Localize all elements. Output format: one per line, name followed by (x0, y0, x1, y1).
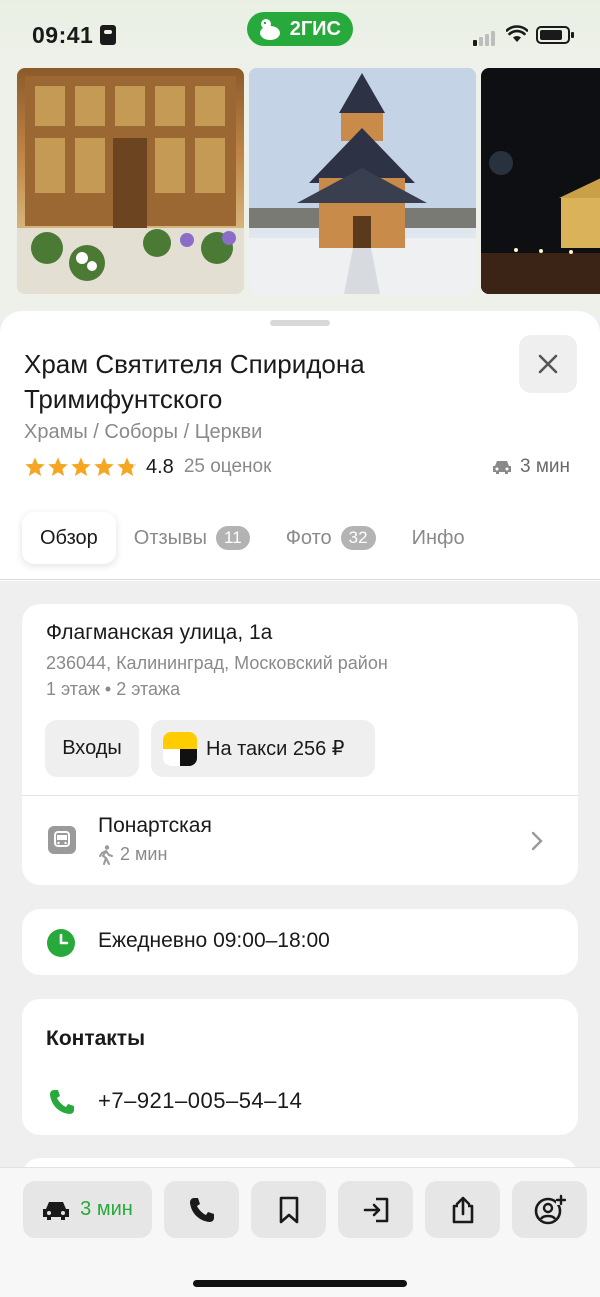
cellular-signal-icon (473, 28, 497, 46)
tab-count-badge: 11 (216, 526, 250, 550)
tab-label: Обзор (40, 526, 98, 549)
status-time: 09:41 (32, 22, 94, 48)
home-indicator[interactable] (193, 1280, 407, 1287)
address-details: 236044, Калининград, Московский район (46, 653, 388, 673)
address-card: Флагманская улица, 1а 236044, Калинингра… (22, 604, 578, 885)
tab-count-badge: 32 (340, 526, 376, 550)
entries-button[interactable]: Входы (45, 720, 139, 777)
tab-label: Отзывы (133, 526, 208, 549)
brand-badge: 2ГИС (247, 12, 353, 46)
taxi-button[interactable]: На такси 256 ₽ (151, 720, 375, 777)
place-title: Храм Святителя Спиридона Тримифунтского (24, 349, 365, 414)
rating-value: 4.8 (146, 455, 174, 478)
photo-exterior[interactable] (249, 68, 476, 294)
photo-gallery[interactable] (0, 66, 600, 316)
tabs-divider (0, 579, 600, 580)
tab-reviews[interactable]: Отзывы 11 (116, 512, 268, 564)
address-floors: 1 этаж • 2 этажа (46, 679, 181, 699)
tab-overview[interactable]: Обзор (22, 512, 116, 564)
add-person-icon (534, 1194, 566, 1224)
rating-count[interactable]: 25 оценок (184, 456, 272, 478)
tab-info[interactable]: Инфо (394, 512, 483, 564)
tab-bar: Обзор Отзывы 11 Фото 32 Инфо (22, 511, 483, 565)
rating-row[interactable]: 4.8 25 оценок (24, 454, 271, 480)
enter-icon (363, 1197, 388, 1222)
sheet-grabber[interactable] (270, 320, 330, 326)
star-icon (71, 457, 91, 476)
star-icon (25, 457, 45, 476)
entrance-button[interactable] (338, 1181, 413, 1238)
bottom-action-bar: 3 мин (0, 1167, 600, 1297)
battery-icon (536, 26, 574, 44)
id-card-icon (100, 25, 116, 45)
bookmark-icon (279, 1196, 298, 1223)
clock-icon (47, 929, 75, 957)
car-icon (493, 461, 511, 474)
route-button[interactable]: 3 мин (23, 1181, 152, 1238)
call-button[interactable] (164, 1181, 239, 1238)
phone-icon (50, 1090, 74, 1114)
close-icon (538, 354, 558, 374)
tab-label: Инфо (411, 526, 465, 549)
drive-eta-text: 3 мин (520, 456, 571, 477)
car-icon (43, 1201, 70, 1220)
phone-number[interactable]: +7‒921‒005‒54‒14 (98, 1088, 302, 1114)
photo-night[interactable] (481, 68, 600, 294)
star-icon (94, 457, 114, 476)
card-divider (22, 795, 578, 796)
address-street[interactable]: Флагманская улица, 1а (46, 621, 272, 645)
hours-text: Ежедневно 09:00–18:00 (98, 929, 330, 952)
brand-name: 2ГИС (289, 17, 341, 40)
hours-card[interactable]: Ежедневно 09:00–18:00 (22, 909, 578, 975)
chevron-right-icon[interactable] (530, 830, 544, 852)
share-icon (452, 1196, 473, 1223)
walk-time-text: 2 мин (120, 844, 168, 864)
place-sheet: Храм Святителя Спиридона Тримифунтского … (0, 311, 600, 581)
drive-eta[interactable]: 3 мин (492, 456, 570, 478)
bus-stop-icon (48, 826, 76, 854)
contacts-title: Контакты (46, 1027, 146, 1050)
walking-icon (99, 844, 113, 865)
add-contact-button[interactable] (512, 1181, 587, 1238)
star-icon (117, 457, 137, 476)
status-bar: 09:41 2ГИС (0, 0, 600, 66)
place-category: Храмы / Соборы / Церкви (24, 421, 263, 443)
tab-photos[interactable]: Фото 32 (268, 512, 394, 564)
transit-walk-time: 2 мин (98, 844, 167, 865)
tab-label: Фото (285, 526, 332, 549)
duck-logo-icon (260, 19, 280, 40)
share-button[interactable] (425, 1181, 500, 1238)
taxi-label: На такси 256 ₽ (206, 738, 345, 760)
route-eta-label: 3 мин (80, 1198, 133, 1220)
transit-stop-name[interactable]: Понартская (98, 814, 212, 838)
bookmark-button[interactable] (251, 1181, 326, 1238)
photo-interior[interactable] (17, 68, 244, 294)
rating-stars (24, 456, 138, 478)
taxi-logo-icon (163, 731, 197, 766)
phone-icon (189, 1197, 214, 1222)
entries-label: Входы (62, 737, 122, 759)
contacts-card: Контакты +7‒921‒005‒54‒14 (22, 999, 578, 1135)
close-button[interactable] (519, 335, 577, 393)
wifi-icon (506, 25, 528, 42)
star-icon (48, 457, 68, 476)
